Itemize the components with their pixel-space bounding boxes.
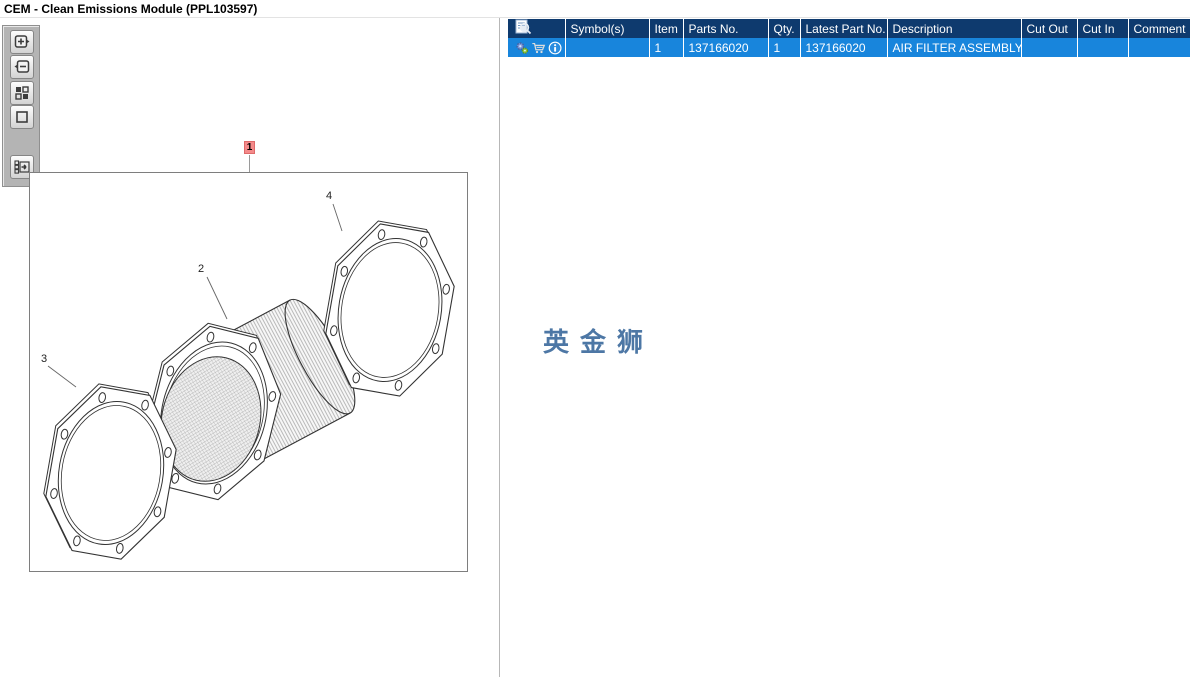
leader-line-part2 xyxy=(206,276,228,320)
col-latest-part-no[interactable]: Latest Part No. xyxy=(800,19,888,38)
callout-part1-leader xyxy=(249,155,250,172)
leader-line-part3 xyxy=(47,365,77,388)
table-header-row: Symbol(s) Item Parts No. Qty. Latest Par… xyxy=(508,19,1190,38)
fit-view-button[interactable] xyxy=(10,81,34,105)
zoom-selection-icon xyxy=(16,111,28,123)
cell-parts-no[interactable]: 137166020 xyxy=(683,38,769,57)
zoom-out-icon xyxy=(14,60,30,73)
col-cut-out[interactable]: Cut Out xyxy=(1021,19,1078,38)
cell-symbols[interactable] xyxy=(565,38,650,57)
callout-part1[interactable]: 1 xyxy=(244,141,255,154)
header-icon-cell[interactable] xyxy=(508,19,566,38)
drawing-toolbar xyxy=(2,25,40,187)
info-icon[interactable] xyxy=(548,40,562,56)
cart-icon[interactable] xyxy=(531,40,546,56)
cell-latest-part-no[interactable]: 137166020 xyxy=(800,38,888,57)
titlebar: CEM - Clean Emissions Module (PPL103597) xyxy=(0,0,1190,18)
zoom-selection-button[interactable] xyxy=(10,105,34,129)
col-qty[interactable]: Qty. xyxy=(768,19,801,38)
cell-description[interactable]: AIR FILTER ASSEMBLY xyxy=(887,38,1022,57)
col-cut-in[interactable]: Cut In xyxy=(1077,19,1129,38)
fit-view-icon xyxy=(15,86,29,100)
parts-search-icon xyxy=(515,19,532,35)
label-part3: 3 xyxy=(41,353,47,365)
label-part4: 4 xyxy=(326,190,332,202)
options-gears-icon[interactable] xyxy=(515,40,529,56)
col-description[interactable]: Description xyxy=(887,19,1022,38)
cell-cut-in[interactable] xyxy=(1077,38,1129,57)
row-icons-cell xyxy=(508,38,566,57)
parts-pane: Symbol(s) Item Parts No. Qty. Latest Par… xyxy=(500,18,1190,677)
col-symbols[interactable]: Symbol(s) xyxy=(565,19,650,38)
cell-comment[interactable] xyxy=(1128,38,1190,57)
zoom-in-icon xyxy=(14,35,30,48)
col-comment[interactable]: Comment xyxy=(1128,19,1190,38)
diagram-frame[interactable]: 2 3 4 xyxy=(29,172,468,572)
cell-qty[interactable]: 1 xyxy=(768,38,801,57)
zoom-in-button[interactable] xyxy=(10,30,34,54)
table-row[interactable]: 1 137166020 1 137166020 AIR FILTER ASSEM… xyxy=(508,38,1190,57)
page-title: CEM - Clean Emissions Module (PPL103597) xyxy=(4,2,258,16)
zoom-out-button[interactable] xyxy=(10,55,34,79)
col-item[interactable]: Item xyxy=(649,19,684,38)
cell-cut-out[interactable] xyxy=(1021,38,1078,57)
col-parts-no[interactable]: Parts No. xyxy=(683,19,769,38)
parts-table: Symbol(s) Item Parts No. Qty. Latest Par… xyxy=(508,19,1190,57)
watermark-text: 英金狮 xyxy=(543,327,655,357)
leader-line-part4 xyxy=(332,203,343,232)
exploded-view-drawing: 2 3 4 xyxy=(41,190,455,560)
label-part2: 2 xyxy=(198,263,204,275)
cell-item[interactable]: 1 xyxy=(649,38,684,57)
